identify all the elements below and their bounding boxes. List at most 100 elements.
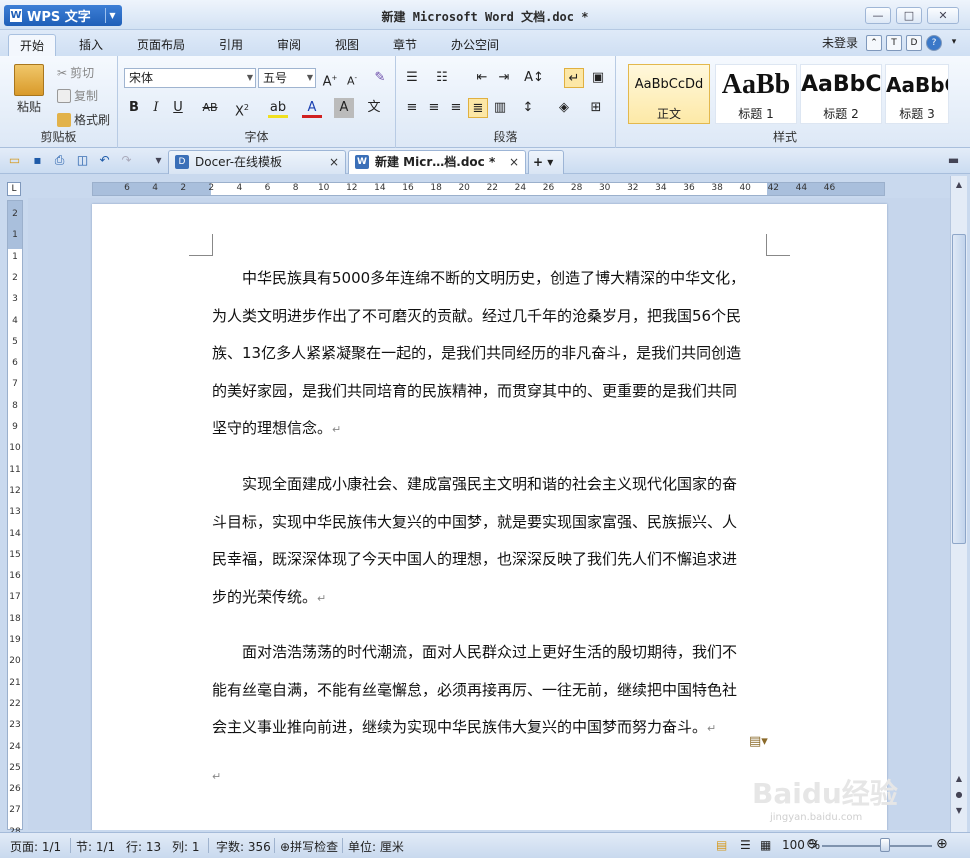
options-icon[interactable]: ▾ <box>946 35 962 51</box>
select-browse-icon[interactable]: ● <box>952 788 966 802</box>
zoom-slider-track[interactable] <box>822 845 932 847</box>
doc-tab-docer[interactable]: D Docer-在线模板 × <box>168 150 346 174</box>
page-view-icon[interactable]: ▤ <box>716 838 727 852</box>
web-view-icon[interactable]: ▦ <box>760 838 771 852</box>
zoom-in-icon[interactable]: ⊕ <box>936 836 948 852</box>
customize-toolbar-icon[interactable]: ▾ <box>150 152 167 169</box>
undo-icon[interactable]: ↶ <box>96 152 113 169</box>
style-heading-2[interactable]: AaBbC 标题 2 <box>800 64 882 124</box>
font-label: 字体 <box>244 130 269 144</box>
close-icon[interactable]: × <box>329 151 339 173</box>
spellcheck-toggle[interactable]: ⊕拼写检查 <box>280 838 338 855</box>
borders-icon[interactable]: ⊞ <box>586 98 606 118</box>
format-painter-button[interactable]: 格式刷 <box>57 111 110 128</box>
close-icon[interactable]: × <box>509 151 519 173</box>
paragraph-3[interactable]: 面对浩浩荡荡的时代潮流，面对人民群众过上更好生活的殷切期待，我们不 能有丝毫自满… <box>212 634 768 748</box>
tab-page-layout[interactable]: 页面布局 <box>126 34 196 56</box>
close-button[interactable]: ✕ <box>927 7 959 24</box>
minimize-button[interactable]: — <box>865 7 891 24</box>
clear-format-icon[interactable]: ✎ <box>370 68 390 88</box>
empty-paragraph[interactable]: ↵ <box>212 757 768 796</box>
superscript-icon[interactable]: X2 <box>232 98 252 119</box>
ribbon: 粘贴 ✂ 剪切 复制 格式刷 剪贴板 宋体 ▼ 五号 ▼ A+ A- ✎ B I U… <box>0 56 970 148</box>
next-page-icon[interactable]: ▼ <box>952 804 966 818</box>
paste-options-icon[interactable]: ▤▾ <box>749 734 768 749</box>
shading-icon[interactable]: ◈ <box>554 98 574 118</box>
tab-insert[interactable]: 插入 <box>68 34 114 56</box>
italic-icon[interactable]: I <box>146 98 166 118</box>
cut-button[interactable]: ✂ 剪切 <box>57 64 94 81</box>
vertical-scrollbar[interactable]: ▲ ▲ ● ▼ <box>950 176 967 832</box>
redo-icon[interactable]: ↷ <box>118 152 135 169</box>
sort-icon[interactable]: A↕ <box>524 68 544 88</box>
paragraph-1[interactable]: 中华民族具有5000多年连绵不断的文明历史，创造了博大精深的中华文化， 为人类文… <box>212 260 768 449</box>
align-left-icon[interactable]: ≡ <box>402 98 422 118</box>
save-icon[interactable]: ▪ <box>29 152 46 169</box>
align-center-icon[interactable]: ≡ <box>424 98 444 118</box>
show-marks-icon[interactable]: ↵ <box>564 68 584 88</box>
justify-icon[interactable]: ≣ <box>468 98 488 118</box>
font-color-icon[interactable]: A <box>302 98 322 118</box>
scrollbar-thumb[interactable] <box>952 234 966 544</box>
bold-icon[interactable]: B <box>124 98 144 118</box>
status-unit[interactable]: 单位: 厘米 <box>348 838 404 855</box>
tab-home[interactable]: 开始 <box>8 34 57 56</box>
vertical-ruler[interactable]: 2 1 1 2 3 4 5 6 7 8 9 10 11 12 13 14 15 16 17 18 19 20 21 22 23 2… <box>7 200 23 837</box>
horizontal-ruler[interactable]: 6 4 2 2 4 6 8 10 12 14 16 18 20 22 24 26 28 30 32 34 36 38 40 4… <box>92 182 885 196</box>
increase-indent-icon[interactable]: ⇥ <box>494 68 514 88</box>
style-heading-3[interactable]: AaBbC 标题 3 <box>885 64 949 124</box>
style-heading-1[interactable]: AaBb 标题 1 <box>715 64 797 124</box>
doc-tab-current[interactable]: W 新建 Micr…档.doc * × <box>348 150 526 174</box>
font-size-select[interactable]: 五号 ▼ <box>258 68 316 88</box>
docer-icon[interactable]: D <box>906 34 922 51</box>
font-name-select[interactable]: 宋体 ▼ <box>124 68 256 88</box>
text-line: 的美好家园，是我们共同培育的民族精神，而贯穿其中的、更重要的是我们共同 <box>212 381 738 400</box>
zoom-slider-knob[interactable] <box>880 838 890 852</box>
tab-stop-selector-icon[interactable]: L <box>7 182 21 196</box>
paragraph-group: ☰ ☷ ⇤ ⇥ A↕ ↵ ▣ ≡ ≡ ≡ ≣ ▥ ↕ ◈ ⊞ 段落 <box>396 56 616 148</box>
paste-button[interactable]: 粘贴 <box>14 64 44 115</box>
distributed-icon[interactable]: ▥ <box>490 98 510 118</box>
decrease-indent-icon[interactable]: ⇤ <box>472 68 492 88</box>
style-normal[interactable]: AaBbCcDd 正文 <box>628 64 710 124</box>
underline-icon[interactable]: U <box>168 98 188 118</box>
bullets-icon[interactable]: ☰ <box>402 68 422 88</box>
shrink-font-icon[interactable]: A- <box>342 68 362 88</box>
tab-office-space[interactable]: 办公空间 <box>440 34 510 56</box>
skin-icon[interactable]: T <box>886 34 902 51</box>
zoom-out-icon[interactable]: ⊖ <box>806 836 818 852</box>
tab-list-icon[interactable]: ▬ <box>945 152 962 169</box>
print-preview-icon[interactable]: ◫ <box>74 152 91 169</box>
help-icon[interactable]: ? <box>926 34 942 51</box>
numbering-icon[interactable]: ☷ <box>432 68 452 88</box>
collapse-ribbon-icon[interactable]: ⌃ <box>866 34 882 51</box>
line-spacing-icon[interactable]: ↕ <box>518 98 538 118</box>
tab-view[interactable]: 视图 <box>324 34 370 56</box>
style-name: 正文 <box>656 107 681 121</box>
strikethrough-icon[interactable]: AB <box>198 98 222 118</box>
style-name: 标题 2 <box>823 107 859 121</box>
open-icon[interactable]: ▭ <box>6 152 23 169</box>
document-page[interactable]: 中华民族具有5000多年连绵不断的文明历史，创造了博大精深的中华文化， 为人类文… <box>92 204 887 830</box>
login-status[interactable]: 未登录 <box>822 34 858 51</box>
prev-page-icon[interactable]: ▲ <box>952 772 966 786</box>
outline-view-icon[interactable]: ☰ <box>740 838 751 852</box>
brush-icon <box>57 112 71 127</box>
scroll-up-icon[interactable]: ▲ <box>952 178 966 192</box>
text-box-icon[interactable]: ▣ <box>588 68 608 88</box>
status-page[interactable]: 页面: 1/1 <box>10 838 61 855</box>
align-right-icon[interactable]: ≡ <box>446 98 466 118</box>
grow-font-icon[interactable]: A+ <box>320 68 340 89</box>
paragraph-2[interactable]: 实现全面建成小康社会、建成富强民主文明和谐的社会主义现代化国家的奋 斗目标，实现… <box>212 466 768 617</box>
tab-review[interactable]: 审阅 <box>266 34 312 56</box>
char-shading-icon[interactable]: A <box>334 98 354 118</box>
tab-references[interactable]: 引用 <box>208 34 254 56</box>
print-icon[interactable]: ⎙ <box>51 152 68 169</box>
maximize-button[interactable]: □ <box>896 7 922 24</box>
phonetic-guide-icon[interactable]: 文 <box>360 98 388 118</box>
new-tab-button[interactable]: + ▾ <box>528 150 564 174</box>
copy-button[interactable]: 复制 <box>57 87 98 104</box>
tab-chapter[interactable]: 章节 <box>382 34 428 56</box>
status-word-count[interactable]: 字数: 356 <box>216 838 271 855</box>
highlight-icon[interactable]: ab <box>268 98 288 118</box>
